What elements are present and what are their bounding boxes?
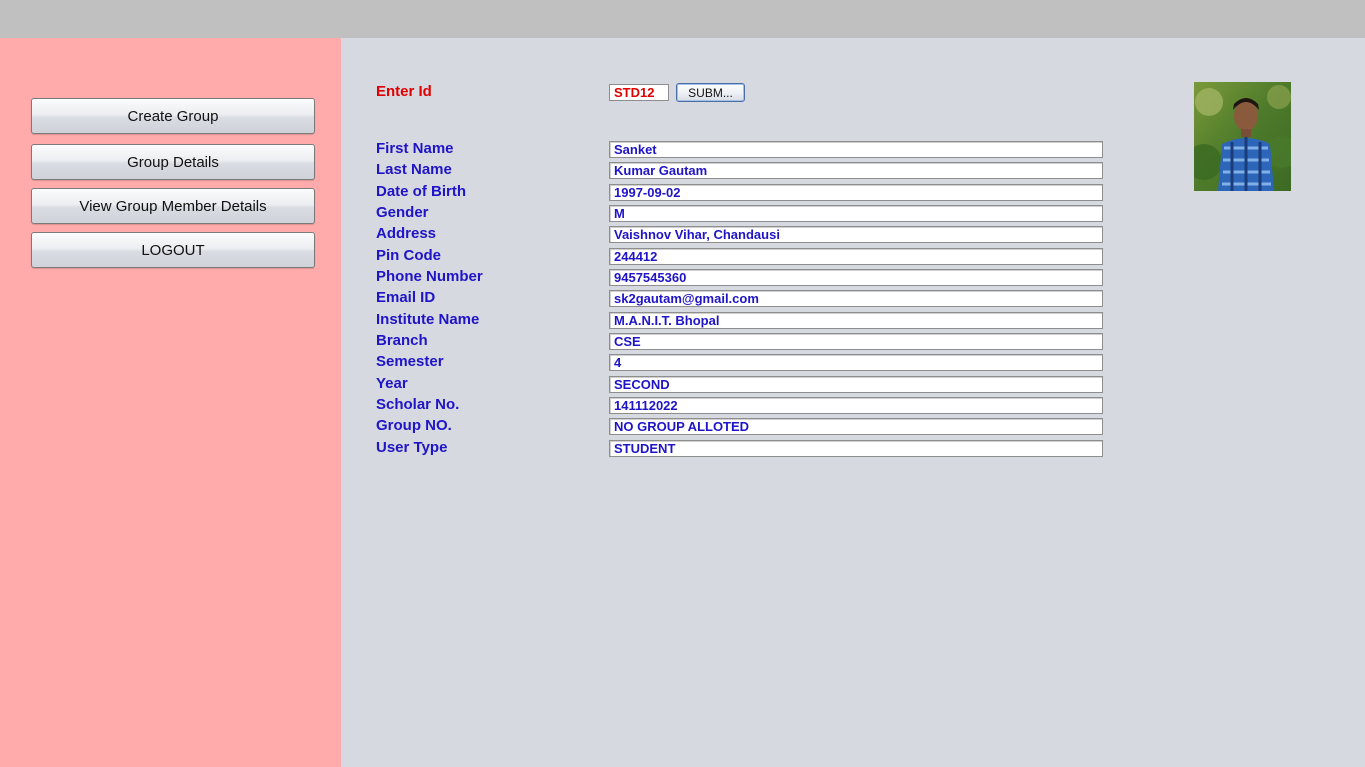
student-photo xyxy=(1194,82,1291,191)
year-field[interactable]: SECOND xyxy=(609,376,1103,393)
address-label: Address xyxy=(376,225,437,242)
last-name-label: Last Name xyxy=(376,161,452,178)
branch-label: Branch xyxy=(376,332,428,349)
enter-id-label: Enter Id xyxy=(376,83,432,100)
phone-number-label: Phone Number xyxy=(376,268,483,285)
submit-button[interactable]: SUBM... xyxy=(676,83,745,102)
group-no-label: Group NO. xyxy=(376,417,452,434)
date-of-birth-label: Date of Birth xyxy=(376,183,466,200)
first-name-field[interactable]: Sanket xyxy=(609,141,1103,158)
view-group-member-details-button[interactable]: View Group Member Details xyxy=(31,188,315,224)
first-name-label: First Name xyxy=(376,140,454,157)
institute-name-label: Institute Name xyxy=(376,311,480,328)
group-details-button[interactable]: Group Details xyxy=(31,144,315,180)
title-bar xyxy=(0,0,1365,38)
scholar-no-field[interactable]: 141112022 xyxy=(609,397,1103,414)
year-label: Year xyxy=(376,375,408,392)
email-id-field[interactable]: sk2gautam@gmail.com xyxy=(609,290,1103,307)
user-type-label: User Type xyxy=(376,439,448,456)
last-name-field[interactable]: Kumar Gautam xyxy=(609,162,1103,179)
user-type-field[interactable]: STUDENT xyxy=(609,440,1103,457)
pin-code-label: Pin Code xyxy=(376,247,442,264)
logout-button[interactable]: LOGOUT xyxy=(31,232,315,268)
semester-label: Semester xyxy=(376,353,444,370)
gender-field[interactable]: M xyxy=(609,205,1103,222)
scholar-no-label: Scholar No. xyxy=(376,396,460,413)
date-of-birth-field[interactable]: 1997-09-02 xyxy=(609,184,1103,201)
email-id-label: Email ID xyxy=(376,289,436,306)
address-field[interactable]: Vaishnov Vihar, Chandausi xyxy=(609,226,1103,243)
create-group-button[interactable]: Create Group xyxy=(31,98,315,134)
semester-field[interactable]: 4 xyxy=(609,354,1103,371)
group-no-field[interactable]: NO GROUP ALLOTED xyxy=(609,418,1103,435)
branch-field[interactable]: CSE xyxy=(609,333,1103,350)
id-input[interactable]: STD12 xyxy=(609,84,669,101)
phone-number-field[interactable]: 9457545360 xyxy=(609,269,1103,286)
institute-name-field[interactable]: M.A.N.I.T. Bhopal xyxy=(609,312,1103,329)
pin-code-field[interactable]: 244412 xyxy=(609,248,1103,265)
gender-label: Gender xyxy=(376,204,429,221)
